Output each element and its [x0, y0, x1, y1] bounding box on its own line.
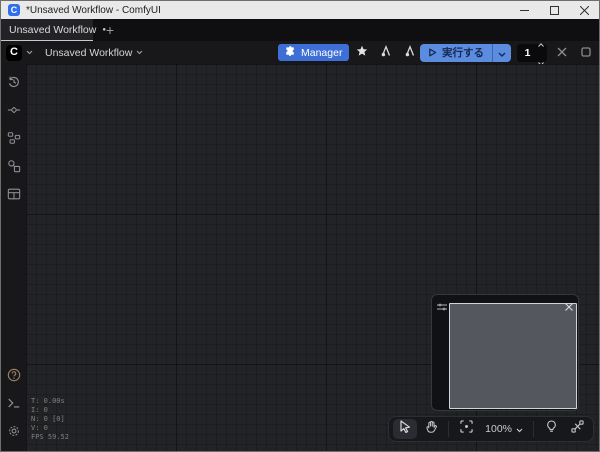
- window-title: *Unsaved Workflow - ComfyUI: [26, 5, 161, 16]
- sidebar-item-model-library[interactable]: [1, 154, 26, 182]
- toggle-links-icon: [571, 420, 584, 438]
- x-icon: [557, 44, 567, 62]
- star-icon: [356, 44, 368, 62]
- sidebar-item-settings[interactable]: [1, 419, 26, 447]
- minimize-button[interactable]: [509, 1, 539, 19]
- comfyui-logo: C: [8, 4, 20, 16]
- puzzle-icon: [285, 44, 296, 62]
- manager-button-label: Manager: [301, 47, 342, 59]
- node-library-icon: [7, 131, 21, 150]
- templates-icon: [7, 187, 21, 206]
- action-bar: C Unsaved Workflow Manager ⋮: [1, 41, 599, 64]
- run-cluster: 実行する 1: [420, 41, 595, 64]
- stepper-up-icon[interactable]: [538, 34, 544, 52]
- sidebar: [1, 64, 26, 452]
- sidebar-item-terminal[interactable]: [1, 391, 26, 419]
- sidebar-item-node-library[interactable]: [1, 126, 26, 154]
- sidebar-item-help[interactable]: [1, 363, 26, 391]
- os-titlebar: C *Unsaved Workflow - ComfyUI: [1, 1, 599, 19]
- comfyui-menu-logo[interactable]: C: [6, 45, 22, 61]
- batch-count-value: 1: [517, 47, 538, 59]
- action-bar-left: C Unsaved Workflow: [6, 41, 143, 64]
- graph-canvas[interactable]: T: 0.00s I: 0 N: 0 [0] V: 0 FPS 59.52: [26, 64, 600, 452]
- run-button: 実行する: [420, 44, 511, 62]
- clear-queue-button[interactable]: [553, 44, 571, 62]
- sidebar-bottom: [1, 363, 26, 452]
- tab-unsaved-workflow[interactable]: Unsaved Workflow ●: [1, 19, 93, 41]
- queue-history-icon: [7, 75, 21, 94]
- run-dropdown-button[interactable]: [493, 44, 511, 62]
- model-manager-button[interactable]: [399, 44, 421, 61]
- pan-hand-icon: [425, 420, 437, 438]
- model-library-icon: [7, 159, 21, 178]
- node-link-icon: [7, 103, 21, 122]
- stat-nodes: N: 0 [0]: [31, 415, 69, 424]
- stat-time: T: 0.00s: [31, 397, 69, 406]
- stop-button[interactable]: [577, 44, 595, 62]
- minimize-icon: [520, 6, 529, 15]
- sidebar-item-node-link[interactable]: [1, 98, 26, 126]
- whats-new-button[interactable]: [351, 44, 373, 61]
- help-icon: [7, 368, 21, 387]
- cursor-icon: [399, 420, 411, 438]
- workflow-dropdown-chevron[interactable]: [136, 50, 143, 55]
- stat-v: V: 0: [31, 424, 69, 433]
- stop-icon: [581, 44, 591, 62]
- workflow-tabbar: Unsaved Workflow ● +: [1, 19, 599, 41]
- minimap-options-icon[interactable]: [436, 299, 448, 317]
- minimap-viewport[interactable]: [449, 303, 577, 409]
- select-tool-button[interactable]: [393, 419, 417, 439]
- pan-tool-button[interactable]: [419, 419, 443, 439]
- close-button[interactable]: [569, 1, 599, 19]
- custom-nodes-button[interactable]: [375, 44, 397, 61]
- toolbar-divider: [448, 421, 449, 437]
- toggle-links-button[interactable]: [565, 419, 589, 439]
- comfyui-window: C *Unsaved Workflow - ComfyUI Unsaved Wo…: [0, 0, 600, 452]
- perf-stats: T: 0.00s I: 0 N: 0 [0] V: 0 FPS 59.52: [31, 397, 69, 442]
- logo-dropdown-chevron[interactable]: [26, 50, 33, 55]
- workflow-name[interactable]: Unsaved Workflow: [45, 47, 132, 59]
- play-icon: [428, 44, 437, 62]
- run-button-label: 実行する: [442, 45, 484, 60]
- run-dropdown-chevron: [498, 44, 506, 62]
- maximize-button[interactable]: [539, 1, 569, 19]
- model-manager-icon: [404, 44, 416, 62]
- custom-nodes-icon: [380, 44, 392, 62]
- new-workflow-tab-button[interactable]: +: [99, 19, 121, 41]
- zoom-level-control[interactable]: 100%: [480, 420, 528, 438]
- sidebar-item-queue[interactable]: [1, 70, 26, 98]
- zoom-dropdown-chevron: [516, 420, 523, 438]
- fit-view-button[interactable]: [454, 419, 478, 439]
- batch-count-stepper[interactable]: 1: [517, 44, 547, 62]
- stat-images: I: 0: [31, 406, 69, 415]
- minimap-close-button[interactable]: [565, 298, 573, 316]
- run-button-main[interactable]: 実行する: [420, 44, 492, 62]
- minimap-panel[interactable]: [431, 294, 579, 411]
- canvas-toolbar: 100%: [388, 416, 594, 442]
- terminal-icon: [7, 396, 21, 415]
- toolbar-divider: [533, 421, 534, 437]
- toggle-theme-button[interactable]: [539, 419, 563, 439]
- sidebar-item-templates[interactable]: [1, 182, 26, 210]
- close-icon: [580, 6, 589, 15]
- tab-label: Unsaved Workflow: [9, 24, 96, 36]
- zoom-level-value: 100%: [485, 423, 512, 435]
- maximize-icon: [550, 6, 559, 15]
- lightbulb-icon: [546, 420, 557, 438]
- settings-gear-icon: [7, 424, 21, 443]
- stat-fps: FPS 59.52: [31, 433, 69, 442]
- fit-view-icon: [460, 420, 473, 438]
- manager-button[interactable]: Manager: [278, 44, 349, 61]
- window-controls: [509, 1, 599, 19]
